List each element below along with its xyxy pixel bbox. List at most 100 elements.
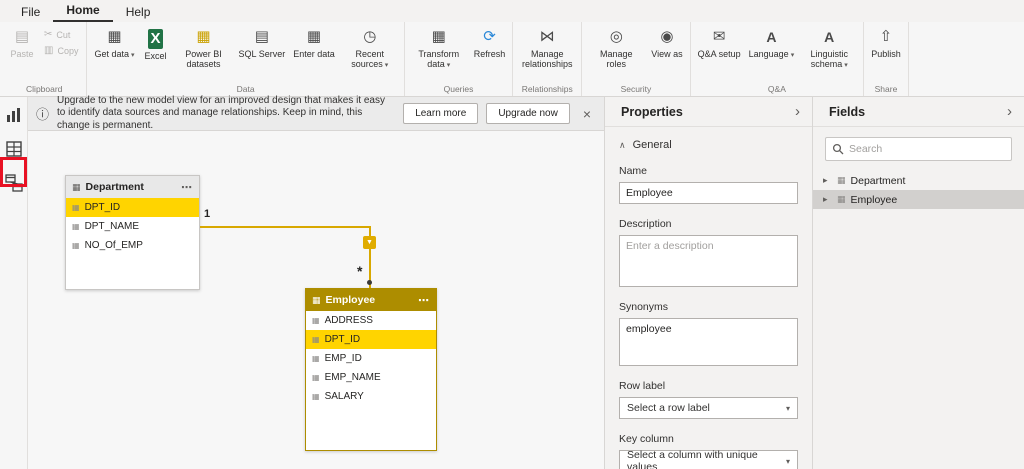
more-options-icon[interactable]: ⋯ bbox=[418, 294, 430, 307]
ribbon-item-refresh[interactable]: ⟳ Refresh bbox=[470, 24, 510, 62]
data-view-button[interactable] bbox=[4, 139, 24, 159]
powerbi-desktop-window: File Home Help ▤ Paste ✂ Cut ▥ Copy Clipboard ▦… bbox=[0, 0, 1024, 469]
ribbon-item-copy[interactable]: ▥ Copy bbox=[41, 44, 81, 57]
learn-more-button[interactable]: Learn more bbox=[403, 103, 479, 124]
ribbon-group-label: Q&A bbox=[767, 84, 786, 94]
fields-pane-header: Fields › bbox=[813, 97, 1024, 127]
table-field-row[interactable]: ▦ DPT_NAME bbox=[66, 217, 199, 236]
get-data-icon: ▦ bbox=[107, 28, 122, 45]
relationship-endpoint-dot bbox=[367, 280, 372, 285]
general-section-toggle[interactable]: ∧ General bbox=[619, 139, 798, 151]
filter-direction-icon[interactable] bbox=[363, 236, 376, 249]
name-label: Name bbox=[619, 165, 648, 177]
ribbon-item-sql-server[interactable]: ▤ SQL Server bbox=[235, 24, 290, 62]
menu-home[interactable]: Home bbox=[53, 0, 113, 22]
ribbon-item-transform-data[interactable]: ▦ Transform data ▾ bbox=[408, 24, 470, 73]
more-options-icon[interactable]: ⋯ bbox=[181, 181, 193, 194]
table-field-row[interactable]: ▦ DPT_ID bbox=[66, 198, 199, 217]
collapse-properties-icon[interactable]: › bbox=[795, 103, 800, 120]
synonyms-input[interactable]: employee bbox=[619, 318, 798, 366]
table-field-row[interactable]: ▦ NO_Of_EMP bbox=[66, 236, 199, 255]
key-column-value: Select a column with unique values bbox=[627, 449, 758, 469]
table-field-row[interactable]: ▦ SALARY bbox=[306, 387, 436, 406]
row-label-value: Select a row label bbox=[627, 402, 710, 414]
menu-help[interactable]: Help bbox=[113, 2, 164, 22]
expand-arrow-icon[interactable]: ▸ bbox=[823, 175, 832, 186]
bar-chart-icon bbox=[6, 108, 20, 122]
field-name-label: EMP_ID bbox=[324, 353, 362, 364]
qa-setup-icon: ✉ bbox=[712, 28, 726, 45]
publish-icon: ⇧ bbox=[879, 28, 893, 45]
table-card-employee[interactable]: ▦ Employee ⋯ ▦ ADDRESS ▦ DPT_ID ▦ EMP_ID ▦ EMP_NAM… bbox=[305, 288, 437, 451]
field-icon: ▦ bbox=[312, 316, 320, 325]
close-banner-icon[interactable]: × bbox=[578, 106, 596, 122]
fields-tree: ▸ ▦ Department ▸ ▦ Employee bbox=[813, 171, 1024, 209]
table-field-row[interactable]: ▦ EMP_NAME bbox=[306, 368, 436, 387]
menu-file[interactable]: File bbox=[8, 2, 53, 22]
model-relationships-icon bbox=[4, 174, 23, 192]
row-label-dropdown[interactable]: Select a row label ▾ bbox=[619, 397, 798, 419]
table-icon: ▦ bbox=[837, 175, 846, 185]
ribbon-item-manage-relationships[interactable]: ⋈ Manage relationships bbox=[516, 24, 578, 73]
ribbon-item-get-data[interactable]: ▦ Get data ▾ bbox=[90, 24, 138, 63]
relationship-line-horizontal[interactable] bbox=[200, 226, 370, 228]
chevron-down-icon: ▾ bbox=[844, 62, 848, 70]
ribbon-item-language[interactable]: A Language ▾ bbox=[745, 24, 799, 63]
model-canvas[interactable]: ▦ Department ⋯ ▦ DPT_ID ▦ DPT_NAME ▦ NO_Of_EMP ▦ E… bbox=[28, 97, 604, 469]
expand-arrow-icon[interactable]: ▸ bbox=[823, 194, 832, 205]
ribbon-group-data: ▦ Get data ▾ X Excel ▦ Power BI datasets ▤ SQL S… bbox=[87, 22, 405, 96]
name-input[interactable] bbox=[619, 182, 798, 204]
chevron-down-icon: ▾ bbox=[785, 456, 790, 466]
table-card-header[interactable]: ▦ Employee ⋯ bbox=[306, 289, 436, 311]
ribbon-item-power-bi-datasets[interactable]: ▦ Power BI datasets bbox=[173, 24, 235, 73]
ribbon-item-publish[interactable]: ⇧ Publish bbox=[867, 24, 905, 62]
banner-message: Upgrade to the new model view for an imp… bbox=[57, 94, 385, 131]
manage-relationships-icon: ⋈ bbox=[539, 28, 555, 45]
ribbon-group-clipboard: ▤ Paste ✂ Cut ▥ Copy Clipboard bbox=[2, 22, 88, 96]
table-field-row[interactable]: ▦ EMP_ID bbox=[306, 349, 436, 368]
chevron-down-icon: ▾ bbox=[384, 62, 389, 70]
description-input[interactable] bbox=[619, 235, 798, 287]
ribbon-item-linguistic-schema[interactable]: A Linguistic schema ▾ bbox=[798, 24, 860, 73]
copy-icon: ▥ bbox=[44, 45, 54, 56]
ribbon-group-relationships: ⋈ Manage relationships Relationships bbox=[513, 22, 583, 96]
ribbon-item-manage-roles[interactable]: ◎ Manage roles bbox=[585, 24, 647, 73]
field-icon: ▦ bbox=[312, 392, 320, 401]
field-name-label: DPT_NAME bbox=[84, 221, 140, 232]
cardinality-one-label: 1 bbox=[204, 208, 211, 220]
table-field-row[interactable]: ▦ ADDRESS bbox=[306, 311, 436, 330]
upgrade-now-button[interactable]: Upgrade now bbox=[486, 103, 570, 124]
table-field-row[interactable]: ▦ DPT_ID bbox=[306, 330, 436, 349]
key-column-dropdown[interactable]: Select a column with unique values ▾ bbox=[619, 449, 798, 469]
upgrade-banner: ⓘ Upgrade to the new model view for an i… bbox=[28, 94, 604, 131]
fields-search-input[interactable] bbox=[849, 143, 1005, 155]
cut-icon: ✂ bbox=[44, 29, 53, 40]
transform-data-icon: ▦ bbox=[431, 28, 446, 45]
manage-roles-icon: ◎ bbox=[609, 28, 623, 45]
ribbon-item-q-a-setup[interactable]: ✉ Q&A setup bbox=[694, 24, 745, 62]
properties-pane-header: Properties › bbox=[605, 97, 812, 127]
refresh-icon: ⟳ bbox=[483, 28, 496, 45]
table-card-department[interactable]: ▦ Department ⋯ ▦ DPT_ID ▦ DPT_NAME ▦ NO_Of_EMP bbox=[65, 175, 200, 290]
table-card-header[interactable]: ▦ Department ⋯ bbox=[66, 176, 199, 198]
field-name-label: EMP_NAME bbox=[324, 372, 381, 383]
ribbon-item-view-as[interactable]: ◉ View as bbox=[647, 24, 686, 62]
ribbon-item-enter-data[interactable]: ▦ Enter data bbox=[289, 24, 339, 62]
linguistic-schema-icon: A bbox=[824, 29, 835, 45]
ribbon-item-recent-sources[interactable]: ◷ Recent sources ▾ bbox=[339, 24, 401, 73]
ribbon-group-security: ◎ Manage roles ◉ View as Security bbox=[582, 22, 691, 96]
model-view-button[interactable] bbox=[4, 173, 24, 193]
field-name-label: NO_Of_EMP bbox=[84, 240, 143, 251]
sql-server-icon: ▤ bbox=[254, 28, 269, 45]
ribbon-item-excel[interactable]: X Excel bbox=[139, 24, 173, 64]
collapse-fields-icon[interactable]: › bbox=[1007, 103, 1012, 120]
field-icon: ▦ bbox=[312, 335, 320, 344]
report-view-button[interactable] bbox=[4, 105, 24, 125]
chevron-down-icon: ▾ bbox=[785, 403, 790, 413]
ribbon-item-paste[interactable]: ▤ Paste bbox=[5, 24, 39, 62]
menu-bar: File Home Help bbox=[0, 0, 1024, 22]
fields-item-department[interactable]: ▸ ▦ Department bbox=[813, 171, 1024, 190]
ribbon-item-cut[interactable]: ✂ Cut bbox=[41, 28, 81, 41]
fields-item-employee[interactable]: ▸ ▦ Employee bbox=[813, 190, 1024, 209]
table-icon: ▦ bbox=[837, 194, 846, 204]
